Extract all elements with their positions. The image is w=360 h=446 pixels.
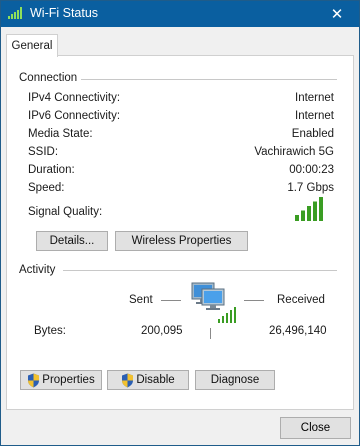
sent-line xyxy=(161,300,181,301)
tab-general[interactable]: General xyxy=(6,34,58,57)
speed-value: 1.7 Gbps xyxy=(287,182,334,194)
received-bytes-value: 26,496,140 xyxy=(269,325,327,337)
speed-label: Speed: xyxy=(28,182,65,194)
received-line xyxy=(244,300,264,301)
duration-label: Duration: xyxy=(28,164,75,176)
disable-button[interactable]: Disable xyxy=(107,370,189,390)
connection-heading: Connection xyxy=(19,72,78,84)
bytes-label: Bytes: xyxy=(34,325,66,337)
network-computers-icon xyxy=(191,282,236,323)
activity-connector xyxy=(210,328,211,339)
media-state-label: Media State: xyxy=(28,128,93,140)
signal-bar xyxy=(301,210,305,221)
signal-quality-bars-icon xyxy=(295,197,323,221)
close-button[interactable]: Close xyxy=(280,417,351,439)
media-state-value: Enabled xyxy=(291,128,334,140)
activity-heading: Activity xyxy=(19,264,56,276)
wireless-properties-button[interactable]: Wireless Properties xyxy=(115,231,248,251)
signal-bar xyxy=(295,215,299,221)
title-close-button[interactable]: ✕ xyxy=(315,1,359,27)
uac-shield-icon xyxy=(28,373,40,387)
disable-button-label: Disable xyxy=(136,374,175,386)
wifi-status-window: Wi-Fi Status ✕ General Connection IPv4 C… xyxy=(0,0,360,446)
duration-value: 00:00:23 xyxy=(289,164,334,176)
details-button[interactable]: Details... xyxy=(36,231,108,251)
signal-bar xyxy=(313,201,317,221)
window-title: Wi-Fi Status xyxy=(30,6,99,20)
properties-button-label: Properties xyxy=(42,374,95,386)
sent-bytes-value: 200,095 xyxy=(141,325,183,337)
signal-quality-label: Signal Quality: xyxy=(28,206,103,218)
sent-label: Sent xyxy=(129,294,153,306)
activity-divider xyxy=(63,270,337,271)
properties-button[interactable]: Properties xyxy=(20,370,102,390)
ssid-label: SSID: xyxy=(28,146,59,158)
wifi-signal-icon xyxy=(8,7,22,19)
connection-divider xyxy=(81,79,337,80)
ssid-value: Vachirawich 5G xyxy=(254,146,334,158)
ipv4-value: Internet xyxy=(295,92,334,104)
title-bar[interactable]: Wi-Fi Status ✕ xyxy=(1,1,359,27)
close-icon: ✕ xyxy=(330,6,344,23)
diagnose-button[interactable]: Diagnose xyxy=(195,370,275,390)
ipv6-value: Internet xyxy=(295,110,334,122)
uac-shield-icon xyxy=(122,373,134,387)
signal-bar xyxy=(307,206,311,221)
received-label: Received xyxy=(277,294,325,306)
ipv4-label: IPv4 Connectivity: xyxy=(28,92,121,104)
ipv6-label: IPv6 Connectivity: xyxy=(28,110,121,122)
signal-bar xyxy=(319,197,323,221)
